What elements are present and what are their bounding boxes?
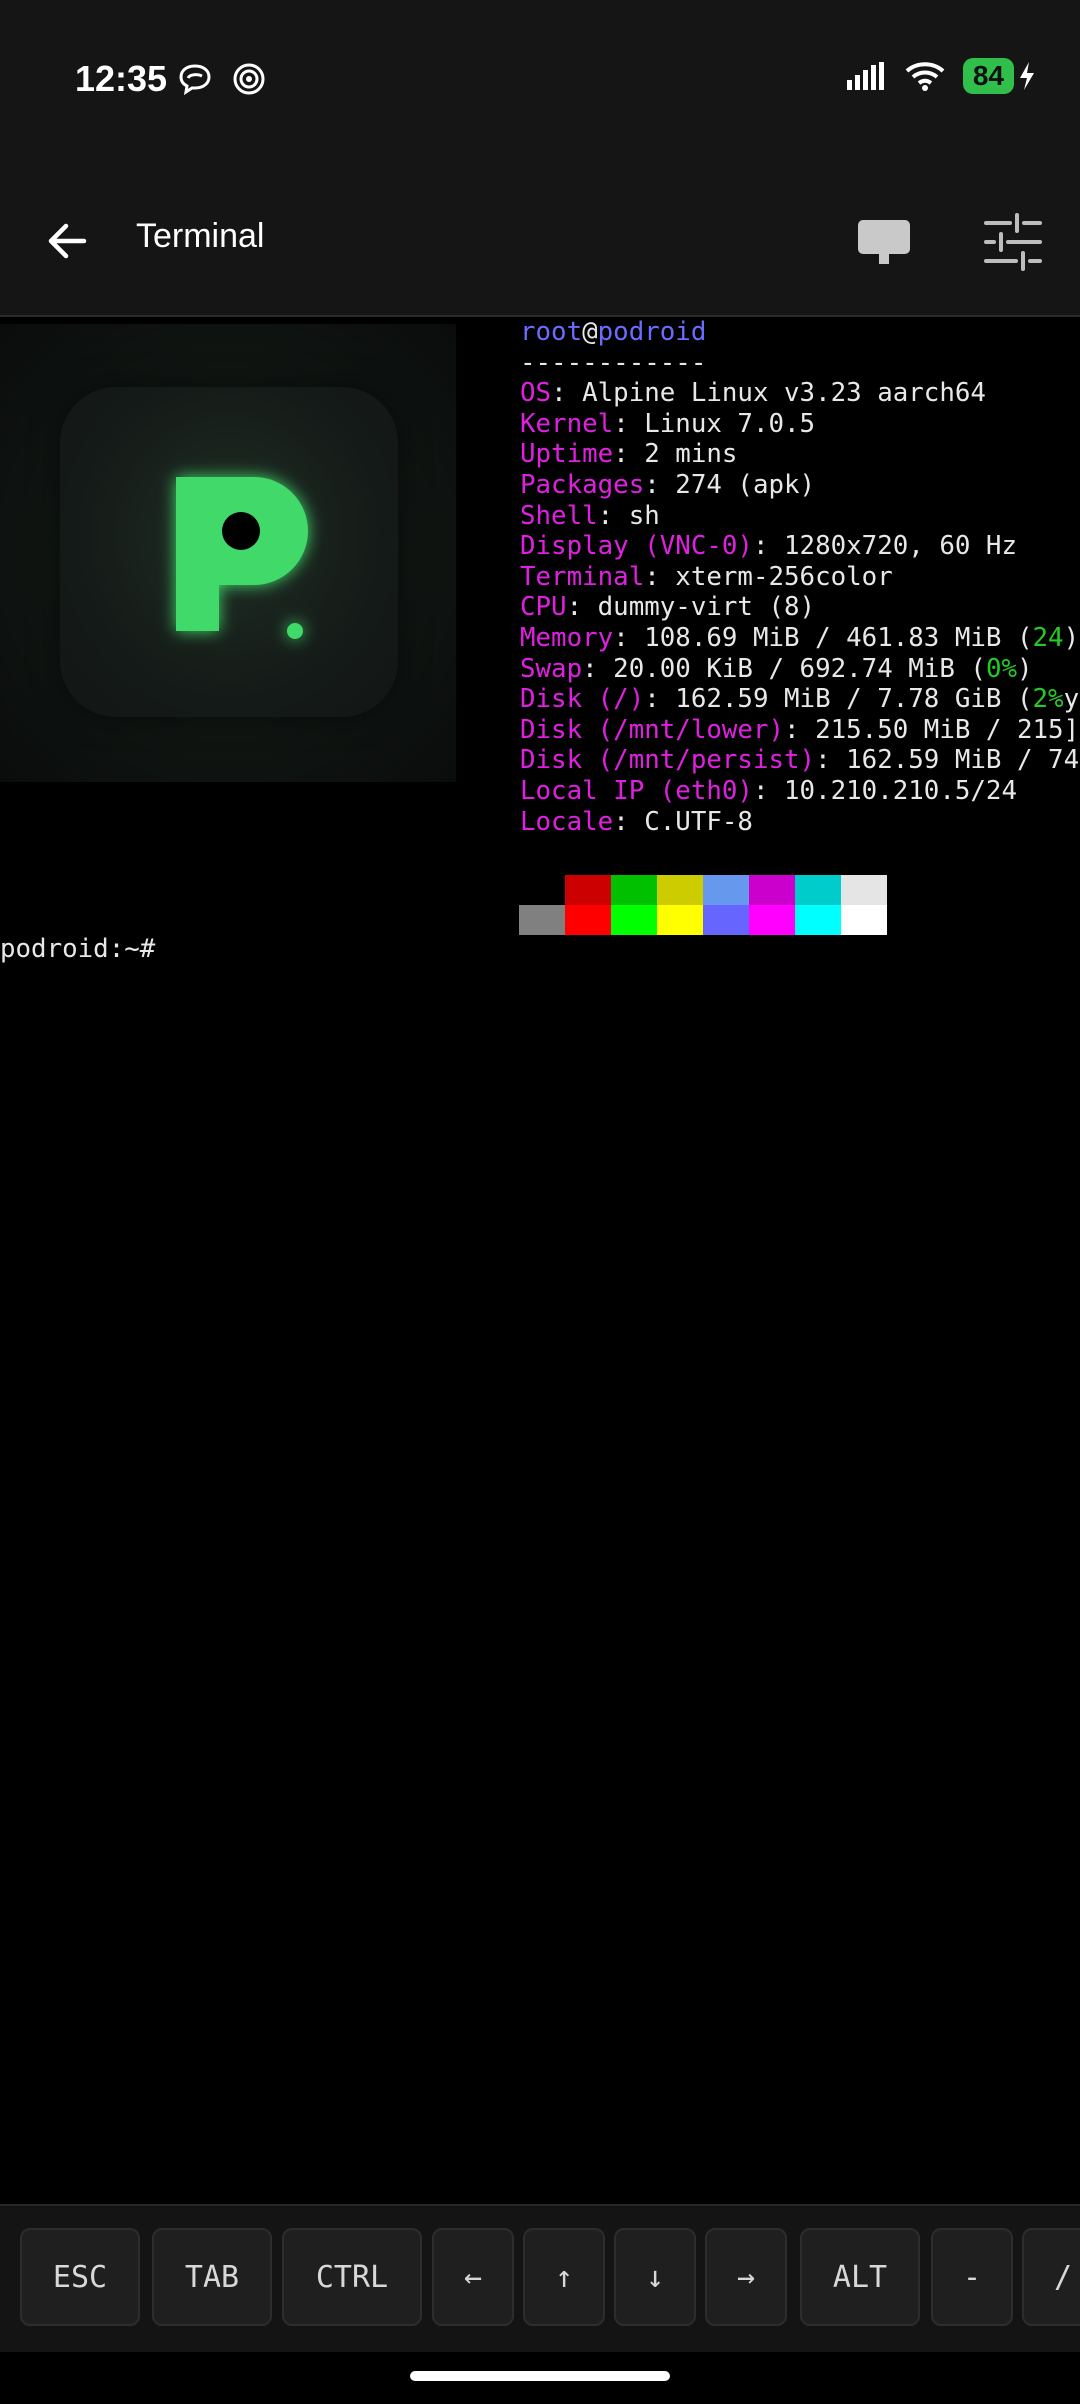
info-line-memory: Memory: 108.69 MiB / 461.83 MiB (24)	[520, 622, 1080, 653]
info-line-disk-root: Disk (/): 162.59 MiB / 7.78 GiB (2%y	[520, 684, 1080, 715]
info-line-disk-persist: Disk (/mnt/persist): 162.59 MiB / 74	[520, 745, 1080, 776]
color-swatch	[519, 905, 565, 935]
podroid-logo	[0, 324, 456, 782]
color-swatch	[703, 905, 749, 935]
info-line-locale: Locale: C.UTF-8	[520, 806, 753, 837]
status-notification-icons	[178, 62, 266, 96]
chat-bubble-icon	[179, 64, 211, 96]
color-swatch	[657, 905, 703, 935]
color-swatch	[657, 875, 703, 905]
status-system-icons: 84	[845, 58, 1036, 94]
podroid-p-logo-icon	[176, 477, 308, 639]
tab-key[interactable]: TAB	[152, 2228, 272, 2326]
signal-icon	[846, 62, 884, 90]
back-arrow-icon[interactable]	[40, 213, 96, 269]
alt-key[interactable]: ALT	[800, 2228, 920, 2326]
color-swatch	[519, 875, 565, 905]
separator-line: ------------	[520, 347, 707, 378]
app-bar: Terminal	[0, 165, 1080, 317]
info-line-kernel: Kernel: Linux 7.0.5	[520, 408, 816, 439]
arrow-right-key[interactable]: →	[705, 2228, 787, 2326]
info-line-cpu: CPU: dummy-virt (8)	[520, 592, 816, 623]
status-time: 12:35	[75, 58, 168, 99]
info-line-display: Display (VNC-0): 1280x720, 60 Hz	[520, 531, 1017, 562]
info-line-disk-lower: Disk (/mnt/lower): 215.50 MiB / 215]	[520, 714, 1080, 745]
color-swatch	[795, 875, 841, 905]
slash-key[interactable]: /	[1022, 2228, 1080, 2326]
arrow-down-key[interactable]: ↓	[614, 2228, 696, 2326]
arrow-up-key[interactable]: ↑	[523, 2228, 605, 2326]
spiral-icon	[233, 63, 265, 95]
sliders-icon[interactable]	[980, 209, 1046, 275]
wifi-icon	[905, 62, 945, 91]
info-line-local-ip: Local IP (eth0): 10.210.210.5/24	[520, 775, 1017, 806]
terminal-output[interactable]: root@podroid ------------ OS: Alpine Linux…	[0, 317, 1080, 2202]
status-bar: 12:35 84	[0, 0, 1080, 165]
page-title: Terminal	[136, 217, 265, 255]
color-swatch	[749, 875, 795, 905]
palette-row-normal	[519, 875, 887, 905]
color-swatch	[841, 875, 887, 905]
charging-bolt-icon	[1020, 62, 1034, 90]
info-line-uptime: Uptime: 2 mins	[520, 439, 738, 470]
palette-row-bright	[519, 905, 887, 935]
color-swatch	[795, 905, 841, 935]
ctrl-key[interactable]: CTRL	[282, 2228, 422, 2326]
info-line-swap: Swap: 20.00 KiB / 692.74 MiB (0%)	[520, 653, 1033, 684]
monitor-icon[interactable]	[852, 210, 916, 274]
user-host-line: root@podroid	[520, 317, 1079, 348]
info-line-os: OS: Alpine Linux v3.23 aarch64	[520, 378, 986, 409]
info-line-packages: Packages: 274 (apk)	[520, 469, 816, 500]
info-line-shell: Shell: sh	[520, 500, 660, 531]
extra-keys-bar: ESC TAB CTRL ← ↑ ↓ → ALT - /	[0, 2204, 1080, 2352]
user-name: root	[520, 317, 583, 347]
home-indicator[interactable]	[410, 2371, 670, 2381]
arrow-left-key[interactable]: ←	[432, 2228, 514, 2326]
battery-level: 84	[962, 58, 1014, 94]
system-info: root@podroid ------------ OS: Alpine Linux…	[520, 317, 1079, 837]
color-swatch	[611, 875, 657, 905]
color-swatch	[841, 905, 887, 935]
color-swatch	[611, 905, 657, 935]
color-swatch	[565, 875, 611, 905]
shell-prompt[interactable]: podroid:~#	[0, 934, 155, 964]
host-name: podroid	[597, 317, 707, 347]
esc-key[interactable]: ESC	[20, 2228, 140, 2326]
dash-key[interactable]: -	[931, 2228, 1013, 2326]
color-swatch	[703, 875, 749, 905]
color-swatch	[565, 905, 611, 935]
color-swatch	[749, 905, 795, 935]
info-line-terminal: Terminal: xterm-256color	[520, 561, 893, 592]
at-sign: @	[582, 317, 598, 347]
color-palette	[519, 875, 887, 935]
